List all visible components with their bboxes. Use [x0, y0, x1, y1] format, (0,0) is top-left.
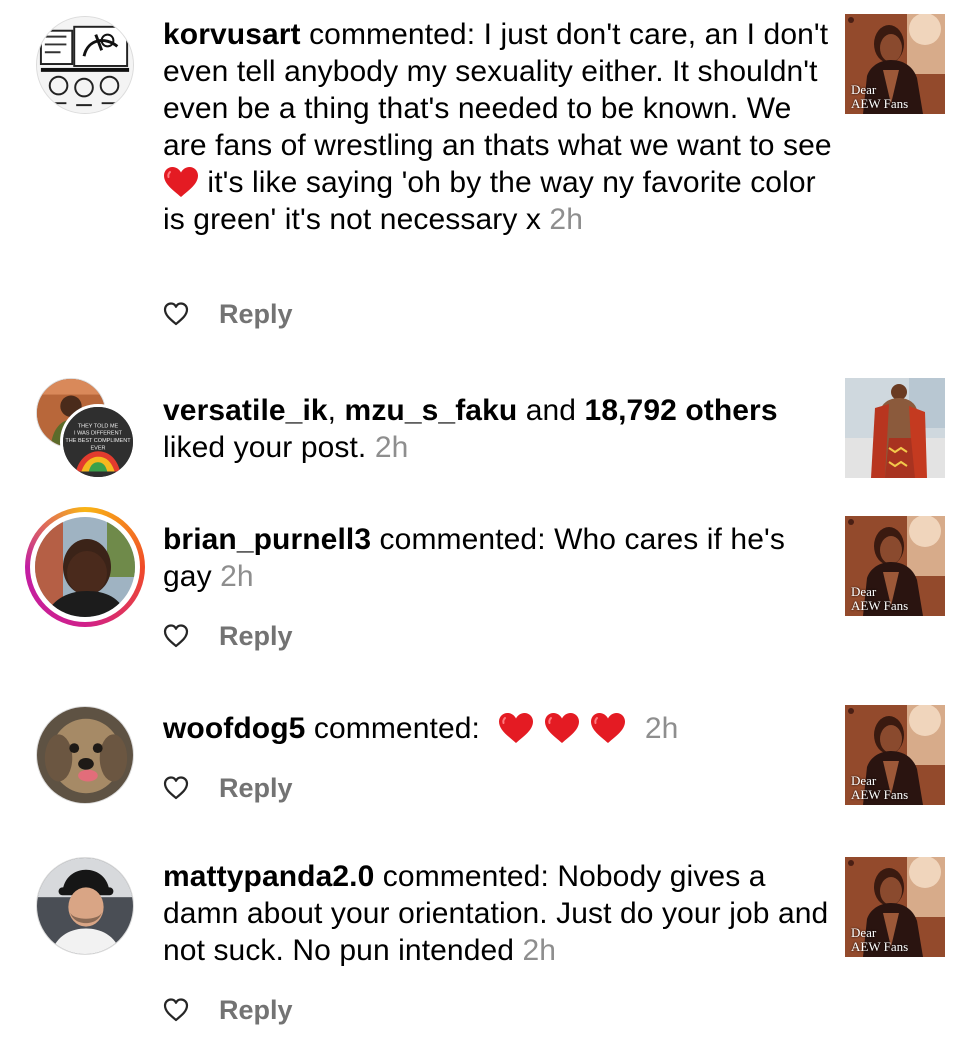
reply-button[interactable]: Reply: [219, 299, 293, 330]
red-heart-emoji: [163, 166, 199, 198]
reply-row: Reply: [163, 620, 293, 652]
thumbnail-caption: Dear AEW Fans: [851, 773, 909, 802]
username[interactable]: mzu_s_faku: [345, 394, 518, 427]
svg-text:THE BEST COMPLIMENT: THE BEST COMPLIMENT: [65, 438, 131, 444]
post-thumbnail[interactable]: Dear AEW Fans: [845, 857, 945, 957]
comment-text: woofdog5 commented: 2h: [163, 712, 679, 745]
post-thumbnail[interactable]: Dear AEW Fans: [845, 705, 945, 805]
timestamp: 2h: [374, 431, 409, 464]
red-heart-emoji: [498, 712, 534, 744]
timestamp: 2h: [522, 934, 557, 967]
thumbnail-caption: Dear AEW Fans: [851, 584, 909, 613]
heart-outline-icon[interactable]: [163, 775, 189, 801]
reply-row: Reply: [163, 298, 293, 330]
thumbnail-caption: Dear AEW Fans: [851, 82, 909, 111]
heart-outline-icon[interactable]: [163, 623, 189, 649]
username[interactable]: woofdog5: [163, 712, 305, 745]
heart-outline-icon[interactable]: [163, 301, 189, 327]
sign-text: THEY TOLD ME: [78, 423, 119, 429]
heart-outline-icon[interactable]: [163, 997, 189, 1023]
post-thumbnail[interactable]: Dear AEW Fans: [845, 516, 945, 616]
username[interactable]: korvusart: [163, 18, 301, 51]
reply-button[interactable]: Reply: [219, 773, 293, 804]
timestamp: 2h: [220, 560, 254, 593]
avatar[interactable]: [36, 857, 134, 955]
svg-text:I WAS DIFFERENT: I WAS DIFFERENT: [74, 431, 123, 437]
comment-text: korvusart commented: I just don't care, …: [163, 18, 832, 236]
post-thumbnail[interactable]: Dear AEW Fans: [845, 14, 945, 114]
username[interactable]: brian_purnell3: [163, 523, 371, 556]
username[interactable]: versatile_ik: [163, 394, 328, 427]
avatar-front[interactable]: THEY TOLD ME I WAS DIFFERENT THE BEST CO…: [60, 404, 136, 480]
red-heart-emoji: [590, 712, 626, 744]
comment-text: mattypanda2.0 commented: Nobody gives a …: [163, 860, 829, 967]
reply-button[interactable]: Reply: [219, 995, 293, 1026]
reply-row: Reply: [163, 772, 293, 804]
timestamp: 2h: [644, 712, 679, 745]
others-count[interactable]: 18,792 others: [585, 394, 778, 427]
avatar[interactable]: [35, 517, 135, 617]
red-heart-emoji: [544, 712, 580, 744]
username[interactable]: mattypanda2.0: [163, 860, 374, 893]
reply-row: Reply: [163, 994, 293, 1026]
post-thumbnail[interactable]: [845, 378, 945, 478]
avatar[interactable]: [36, 16, 134, 114]
avatar[interactable]: [36, 706, 134, 804]
like-text: versatile_ik, mzu_s_faku and 18,792 othe…: [163, 394, 778, 464]
svg-text:EVER: EVER: [90, 445, 105, 451]
timestamp: 2h: [549, 203, 583, 236]
thumbnail-caption: Dear AEW Fans: [851, 925, 909, 954]
reply-button[interactable]: Reply: [219, 621, 293, 652]
comment-text: brian_purnell3 commented: Who cares if h…: [163, 523, 785, 593]
